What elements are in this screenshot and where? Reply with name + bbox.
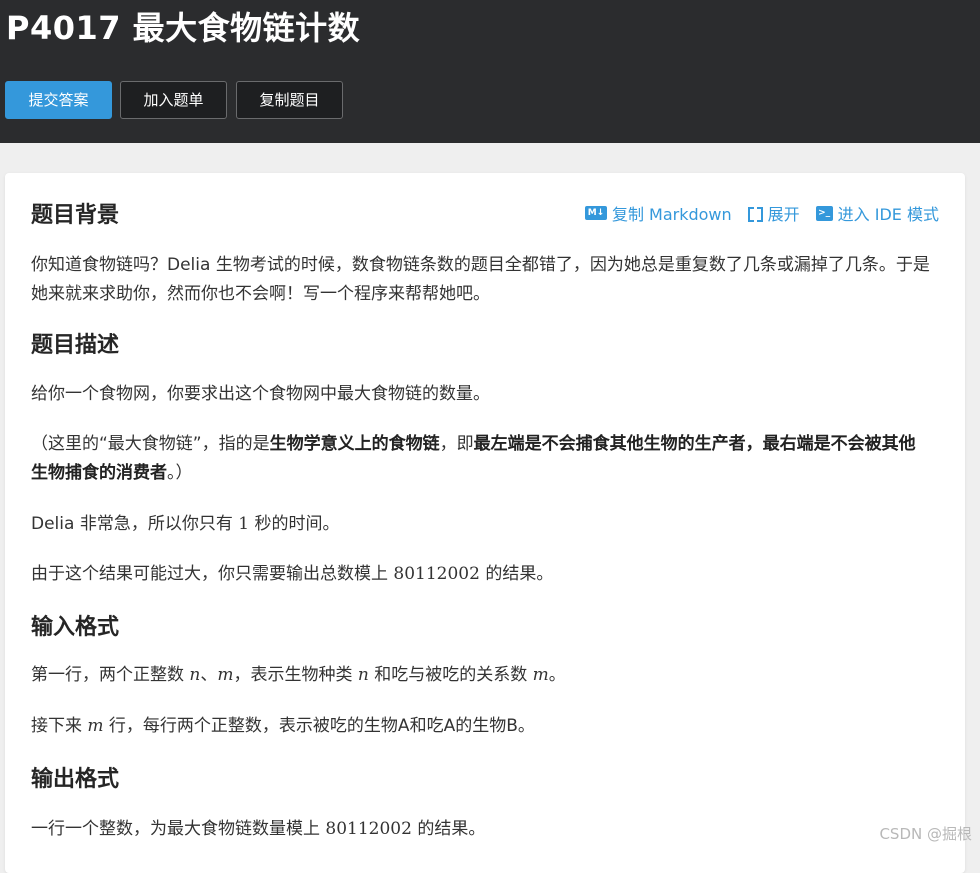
description-paragraph-2: （这里的“最大食物链”，指的是生物学意义上的食物链，即最左端是不会捕食其他生物的… (31, 434, 916, 483)
terminal-icon: >_ (815, 205, 833, 221)
section-heading-output: 输出格式 (31, 767, 120, 792)
expand-icon (747, 206, 763, 222)
input-paragraph-2: 接下来 m 行，每行两个正整数，表示被吃的生物A和吃A的生物B。 (31, 716, 535, 736)
problem-toolbar: M↓ 复制 Markdown 展开 >_ 进入 IDE 模式 (584, 201, 939, 225)
copy-problem-button[interactable]: 复制题目 (236, 81, 343, 119)
section-heading-description: 题目描述 (31, 333, 120, 358)
input-paragraph-1: 第一行，两个正整数 n、m，表示生物种类 n 和吃与被吃的关系数 m。 (31, 665, 566, 685)
problem-card: M↓ 复制 Markdown 展开 >_ 进入 IDE 模式 题目背景 你知道食… (5, 173, 965, 873)
output-paragraph-1: 一行一个整数，为最大食物链数量模上 80112002 的结果。 (31, 819, 486, 839)
copy-markdown-link[interactable]: M↓ 复制 Markdown (584, 201, 732, 225)
add-to-list-button[interactable]: 加入题单 (120, 81, 227, 119)
ide-mode-label: 进入 IDE 模式 (837, 205, 939, 224)
section-heading-background: 题目背景 (31, 203, 120, 228)
problem-title: P4017 最大食物链计数 (6, 9, 361, 47)
copy-markdown-label: 复制 Markdown (611, 205, 732, 224)
expand-link[interactable]: 展开 (747, 201, 800, 225)
ide-mode-link[interactable]: >_ 进入 IDE 模式 (815, 201, 939, 225)
description-paragraph-4: 由于这个结果可能过大，你只需要输出总数模上 80112002 的结果。 (31, 564, 554, 584)
section-heading-input: 输入格式 (31, 615, 120, 640)
watermark: CSDN @掘根 (879, 825, 972, 843)
expand-label: 展开 (767, 205, 800, 224)
description-paragraph-1: 给你一个食物网，你要求出这个食物网中最大食物链的数量。 (31, 384, 490, 404)
description-paragraph-3: Delia 非常急，所以你只有 1 秒的时间。 (31, 514, 340, 534)
submit-answer-button[interactable]: 提交答案 (5, 81, 112, 119)
markdown-icon: M↓ (584, 206, 607, 220)
problem-header: P4017 最大食物链计数 提交答案 加入题单 复制题目 (0, 0, 980, 143)
background-text: 你知道食物链吗？Delia 生物考试的时候，数食物链条数的题目全都错了，因为她总… (31, 255, 930, 304)
